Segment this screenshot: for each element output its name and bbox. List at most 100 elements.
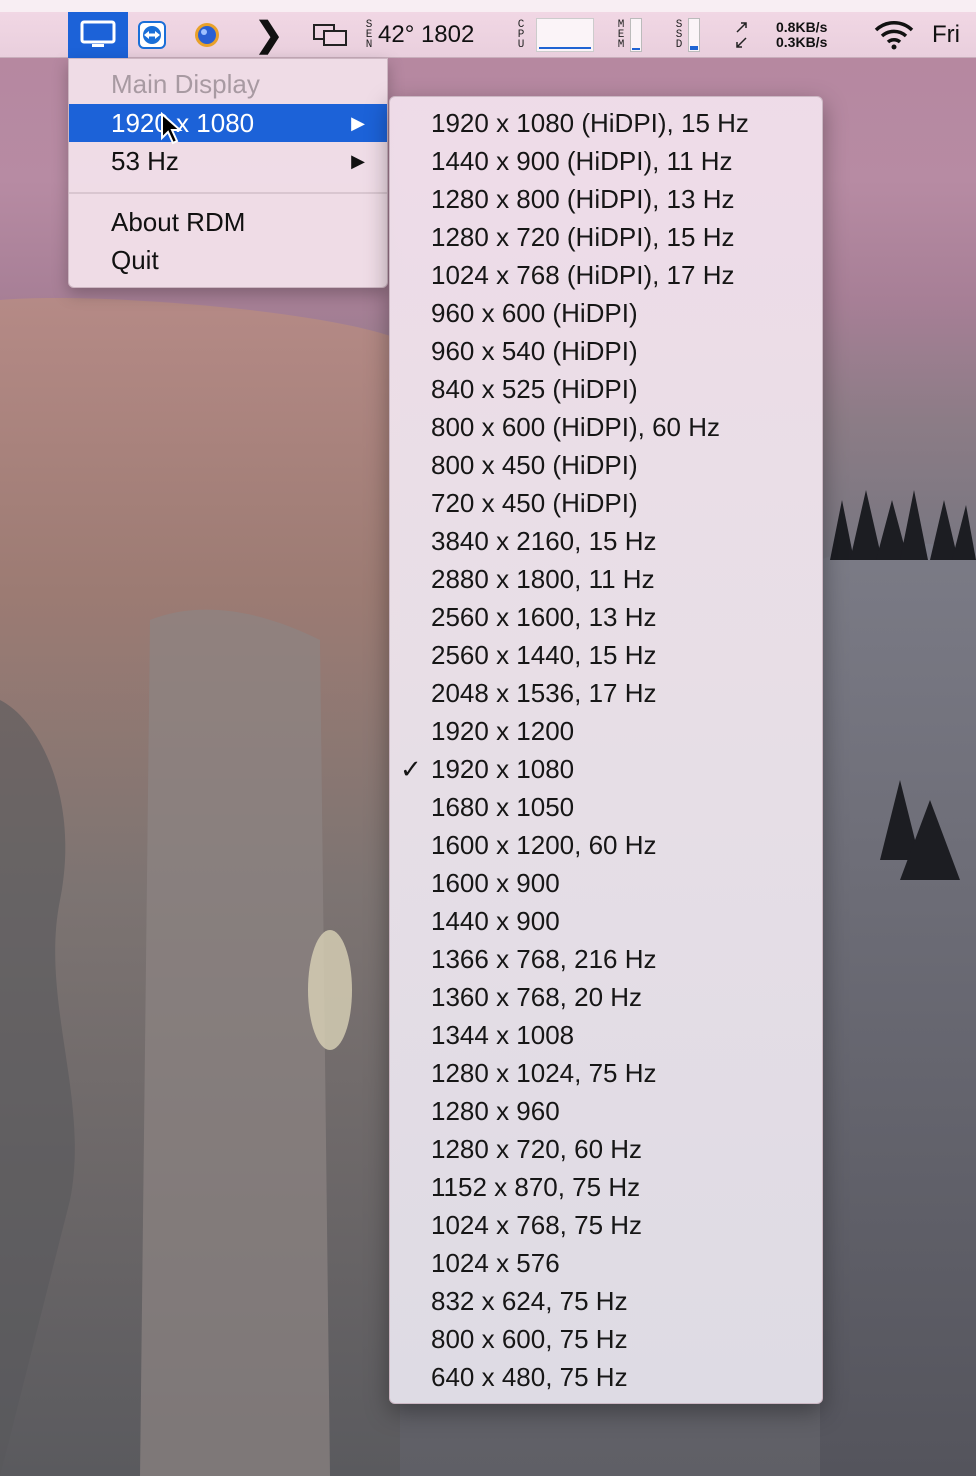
menu-item-resolution[interactable]: 1920 x 1080 ▶ bbox=[69, 104, 387, 142]
resolution-option[interactable]: 1280 x 800 (HiDPI), 13 Hz bbox=[390, 180, 822, 218]
resolution-option-label: 720 x 450 (HiDPI) bbox=[431, 487, 638, 518]
globe-menu-extra[interactable] bbox=[190, 12, 224, 58]
temperature-readout: 42° 1802 bbox=[378, 21, 475, 48]
resolution-option[interactable]: 832 x 624, 75 Hz bbox=[390, 1282, 822, 1320]
resolution-option[interactable]: 1280 x 1024, 75 Hz bbox=[390, 1054, 822, 1092]
mem-meter bbox=[630, 18, 642, 52]
resolution-option[interactable]: 1680 x 1050 bbox=[390, 788, 822, 826]
resolution-option[interactable]: 1920 x 1200 bbox=[390, 712, 822, 750]
resolution-option[interactable]: 1344 x 1008 bbox=[390, 1016, 822, 1054]
ssd-meter bbox=[688, 18, 700, 52]
resolution-option-label: 1280 x 1024, 75 Hz bbox=[431, 1057, 657, 1088]
resolution-option-label: 1280 x 960 bbox=[431, 1095, 560, 1126]
net-upload-rate: 0.8KB/s bbox=[776, 19, 828, 35]
net-download-rate: 0.3KB/s bbox=[776, 34, 828, 50]
resolution-option[interactable]: 800 x 600 (HiDPI), 60 Hz bbox=[390, 408, 822, 446]
resolution-option-label: 1024 x 768, 75 Hz bbox=[431, 1209, 643, 1240]
teamviewer-icon bbox=[138, 21, 166, 49]
cpu-meter bbox=[536, 18, 594, 52]
mem-label: MEM bbox=[617, 19, 625, 51]
menu-item-refresh-rate[interactable]: 53 Hz ▶ bbox=[69, 142, 387, 180]
memory-monitor[interactable]: MEM bbox=[616, 12, 662, 58]
rdm-menu-extra[interactable] bbox=[68, 12, 128, 58]
windows-icon bbox=[313, 24, 347, 46]
resolution-option[interactable]: 1280 x 720, 60 Hz bbox=[390, 1130, 822, 1168]
resolution-option-label: 1366 x 768, 216 Hz bbox=[431, 943, 657, 974]
window-manager-menu-extra[interactable] bbox=[308, 12, 352, 58]
resolution-option-label: 800 x 600, 75 Hz bbox=[431, 1323, 628, 1354]
resolution-option[interactable]: 1440 x 900 bbox=[390, 902, 822, 940]
resolution-option[interactable]: 1360 x 768, 20 Hz bbox=[390, 978, 822, 1016]
checkmark-icon: ✓ bbox=[400, 753, 422, 784]
rdm-dropdown-menu: Main Display 1920 x 1080 ▶ 53 Hz ▶ About… bbox=[68, 58, 388, 288]
temperature-sensor[interactable]: SEN 42° 1802 bbox=[364, 12, 504, 58]
menu-item-about-label: About RDM bbox=[111, 206, 246, 237]
chevron-menu-extra[interactable]: ❯ bbox=[254, 12, 284, 58]
resolution-option[interactable]: 1600 x 1200, 60 Hz bbox=[390, 826, 822, 864]
menu-separator bbox=[69, 192, 387, 194]
teamviewer-menu-extra[interactable] bbox=[136, 12, 168, 58]
network-arrows-icon bbox=[736, 22, 747, 48]
resolution-option-label: 1920 x 1200 bbox=[431, 715, 575, 746]
resolution-option-label: 1680 x 1050 bbox=[431, 791, 575, 822]
resolution-option[interactable]: 1024 x 576 bbox=[390, 1244, 822, 1282]
resolution-option-label: 800 x 600 (HiDPI), 60 Hz bbox=[431, 411, 721, 442]
clock-text: Fri bbox=[932, 21, 960, 48]
resolution-option[interactable]: 1024 x 768 (HiDPI), 17 Hz bbox=[390, 256, 822, 294]
resolution-option-label: 3840 x 2160, 15 Hz bbox=[431, 525, 657, 556]
menu-header-main-display: Main Display bbox=[69, 65, 387, 103]
resolution-option[interactable]: 1280 x 720 (HiDPI), 15 Hz bbox=[390, 218, 822, 256]
menu-item-refresh-label: 53 Hz bbox=[111, 145, 179, 176]
resolution-option-label: 1152 x 870, 75 Hz bbox=[431, 1171, 641, 1202]
resolution-option[interactable]: 1366 x 768, 216 Hz bbox=[390, 940, 822, 978]
resolution-option-label: 1440 x 900 bbox=[431, 905, 560, 936]
resolution-option-label: 1024 x 576 bbox=[431, 1247, 560, 1278]
resolution-option[interactable]: 1152 x 870, 75 Hz bbox=[390, 1168, 822, 1206]
resolution-option[interactable]: 2560 x 1440, 15 Hz bbox=[390, 636, 822, 674]
sensor-label: SEN bbox=[365, 19, 373, 51]
chevron-right-icon: ❯ bbox=[254, 16, 284, 54]
menu-item-quit-label: Quit bbox=[111, 244, 159, 275]
resolution-option[interactable]: 960 x 600 (HiDPI) bbox=[390, 294, 822, 332]
wifi-menu-extra[interactable] bbox=[870, 12, 918, 58]
ssd-monitor[interactable]: SSD bbox=[674, 12, 720, 58]
globe-icon bbox=[195, 23, 219, 47]
resolution-option[interactable]: 1440 x 900 (HiDPI), 11 Hz bbox=[390, 142, 822, 180]
resolution-option-label: 640 x 480, 75 Hz bbox=[431, 1361, 628, 1392]
resolution-option-label: 1360 x 768, 20 Hz bbox=[431, 981, 643, 1012]
resolution-option[interactable]: ✓ 1920 x 1080 bbox=[390, 750, 822, 788]
resolution-option[interactable]: 840 x 525 (HiDPI) bbox=[390, 370, 822, 408]
menu-header-label: Main Display bbox=[111, 68, 260, 99]
cpu-monitor[interactable]: CPU bbox=[516, 12, 608, 58]
resolution-submenu: 1920 x 1080 (HiDPI), 15 Hz 1440 x 900 (Hi… bbox=[389, 96, 823, 1404]
resolution-option-label: 1920 x 1080 (HiDPI), 15 Hz bbox=[431, 107, 749, 138]
resolution-option-label: 800 x 450 (HiDPI) bbox=[431, 449, 638, 480]
resolution-option-label: 2560 x 1600, 13 Hz bbox=[431, 601, 657, 632]
resolution-option-label: 1280 x 800 (HiDPI), 13 Hz bbox=[431, 183, 735, 214]
resolution-option[interactable]: 800 x 600, 75 Hz bbox=[390, 1320, 822, 1358]
resolution-option[interactable]: 2880 x 1800, 11 Hz bbox=[390, 560, 822, 598]
menu-item-about[interactable]: About RDM bbox=[69, 203, 387, 241]
network-speed[interactable]: 0.8KB/s 0.3KB/s bbox=[776, 12, 862, 58]
resolution-option[interactable]: 2560 x 1600, 13 Hz bbox=[390, 598, 822, 636]
resolution-option[interactable]: 3840 x 2160, 15 Hz bbox=[390, 522, 822, 560]
resolution-option[interactable]: 1024 x 768, 75 Hz bbox=[390, 1206, 822, 1244]
menu-item-quit[interactable]: Quit bbox=[69, 241, 387, 279]
resolution-option[interactable]: 640 x 480, 75 Hz bbox=[390, 1358, 822, 1396]
resolution-option[interactable]: 800 x 450 (HiDPI) bbox=[390, 446, 822, 484]
cpu-label: CPU bbox=[517, 19, 525, 51]
resolution-option-label: 840 x 525 (HiDPI) bbox=[431, 373, 638, 404]
resolution-option[interactable]: 1280 x 960 bbox=[390, 1092, 822, 1130]
wifi-icon bbox=[874, 21, 914, 50]
resolution-option[interactable]: 1920 x 1080 (HiDPI), 15 Hz bbox=[390, 104, 822, 142]
resolution-option-label: 1280 x 720, 60 Hz bbox=[431, 1133, 643, 1164]
resolution-option-label: 960 x 540 (HiDPI) bbox=[431, 335, 638, 366]
menubar-clock[interactable]: Fri bbox=[932, 12, 976, 58]
menu-bar: ❯ SEN 42° 1802 CPU MEM SSD 0.8KB/s 0.3KB… bbox=[0, 0, 976, 58]
resolution-option[interactable]: 1600 x 900 bbox=[390, 864, 822, 902]
network-arrows[interactable] bbox=[730, 12, 754, 58]
resolution-option[interactable]: 720 x 450 (HiDPI) bbox=[390, 484, 822, 522]
resolution-option[interactable]: 2048 x 1536, 17 Hz bbox=[390, 674, 822, 712]
submenu-arrow-icon: ▶ bbox=[351, 112, 365, 133]
resolution-option[interactable]: 960 x 540 (HiDPI) bbox=[390, 332, 822, 370]
